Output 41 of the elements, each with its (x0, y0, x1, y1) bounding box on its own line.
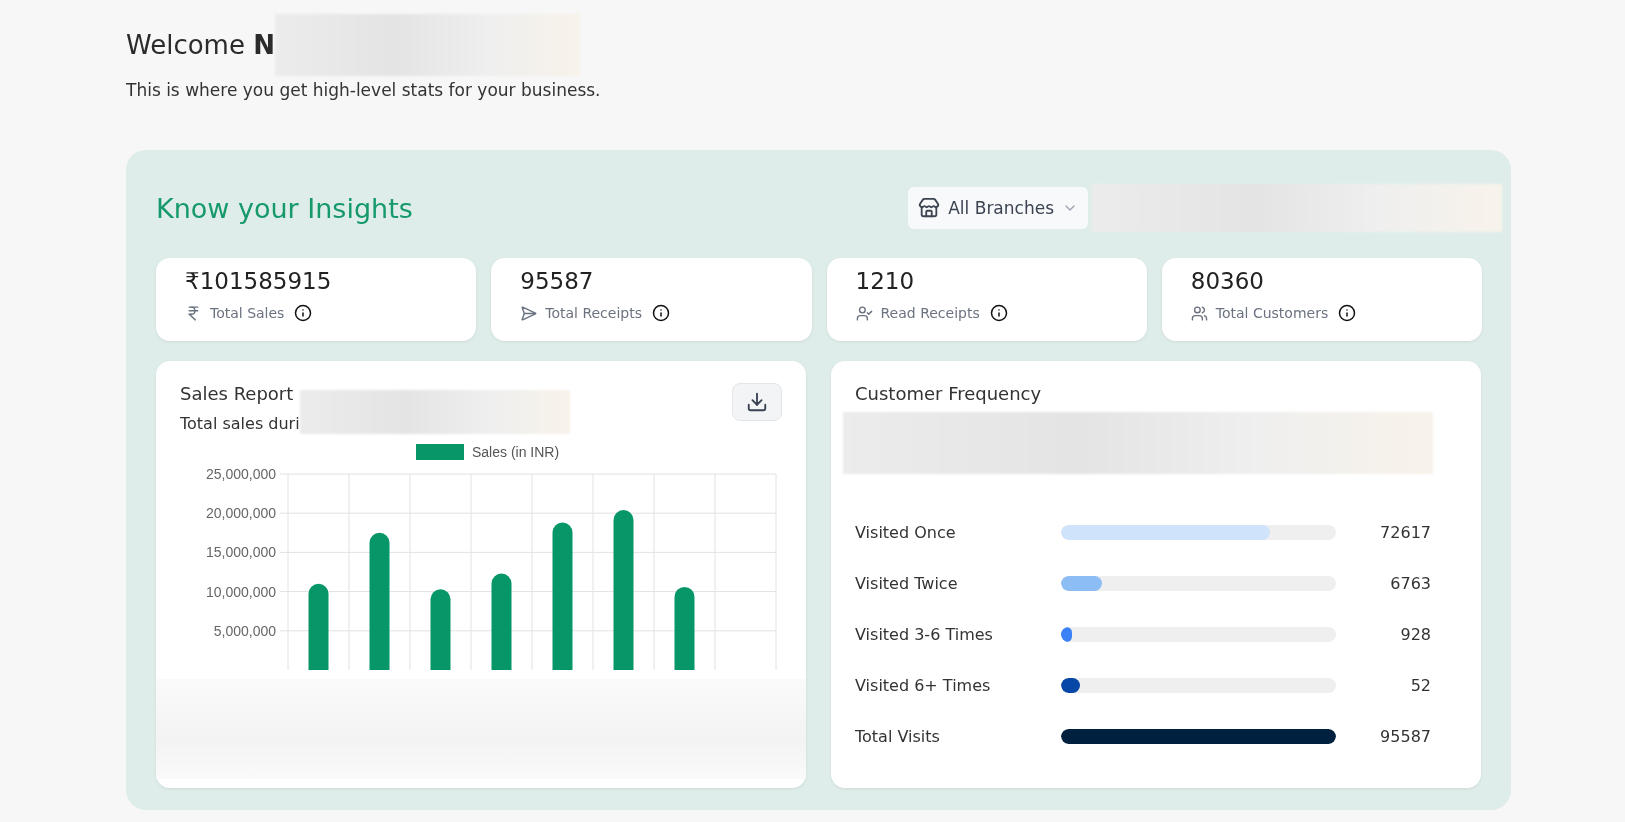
info-icon[interactable] (989, 304, 1008, 322)
info-icon[interactable] (294, 304, 313, 322)
stat-value: 1210 (855, 268, 916, 294)
store-icon (918, 197, 941, 219)
download-icon (746, 391, 768, 413)
stat-label: Total Sales (210, 305, 285, 321)
stat-value: 95587 (520, 268, 595, 294)
stat-label: Total Receipts (545, 305, 642, 321)
frequency-label: Visited 6+ Times (855, 676, 992, 695)
send-icon (520, 304, 538, 322)
stat-value: ₹101585915 (185, 268, 333, 294)
welcome-title: Welcome N (126, 30, 275, 60)
legend-label: Sales (in INR) (472, 444, 560, 460)
frequency-label: Visited Once (855, 523, 957, 542)
info-icon[interactable] (652, 304, 670, 322)
axis-label: 10,000,000 (205, 583, 276, 600)
stat-label: Total Customers (1215, 305, 1329, 321)
axis-label: 25,000,000 (205, 466, 276, 482)
stat-value: 80360 (1190, 268, 1265, 294)
frequency-value: 72617 (1379, 523, 1431, 542)
frequency-value: 928 (1399, 625, 1431, 644)
frequency-value: 95587 (1379, 727, 1431, 746)
download-button[interactable] (732, 383, 782, 421)
chart-legend: Sales (in INR) (416, 444, 560, 460)
frequency-value: 52 (1409, 676, 1431, 695)
card-subtitle: Total sales duri (180, 413, 300, 433)
axis-label: 5,000,000 (213, 622, 276, 639)
axis-label: 15,000,000 (205, 544, 276, 561)
insights-title: Know your Insights (156, 192, 413, 224)
customers-icon (1190, 304, 1208, 322)
frequency-label: Visited 3-6 Times (855, 625, 994, 644)
info-icon[interactable] (1338, 304, 1357, 322)
card-title: Sales Report (180, 383, 295, 404)
card-title: Customer Frequency (855, 383, 1043, 404)
stat-label: Read Receipts (880, 305, 980, 321)
welcome-subtitle: This is where you get high-level stats for your business. (126, 80, 602, 100)
frequency-value: 6763 (1389, 574, 1431, 593)
frequency-label: Visited Twice (855, 574, 959, 593)
branch-select[interactable]: All Branches (908, 187, 1088, 229)
axis-label: 20,000,000 (205, 505, 276, 522)
frequency-label: Total Visits (855, 727, 941, 746)
